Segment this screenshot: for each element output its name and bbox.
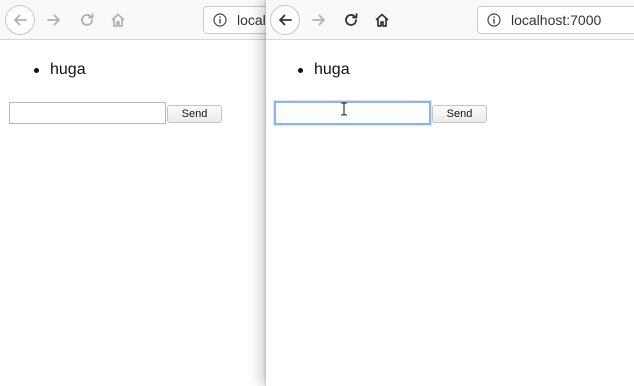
message-list: huga (34, 60, 86, 80)
reload-button[interactable] (73, 6, 101, 34)
back-button[interactable] (270, 5, 300, 35)
url-bar[interactable]: localhost:7000 (203, 6, 270, 34)
back-arrow-icon (14, 14, 27, 26)
browser-toolbar: localhost:7000 (266, 0, 634, 40)
reload-icon (81, 13, 94, 26)
forward-arrow-icon (312, 14, 325, 26)
forward-button[interactable] (305, 6, 333, 34)
send-button[interactable]: Send (432, 105, 487, 123)
browser-window-background: localhost:7000 huga Send (0, 0, 270, 386)
url-bar[interactable]: localhost:7000 (477, 6, 634, 34)
back-arrow-icon (279, 14, 292, 26)
home-icon (375, 13, 389, 27)
forward-arrow-icon (47, 14, 60, 26)
reload-button[interactable] (337, 6, 365, 34)
home-button[interactable] (104, 6, 132, 34)
list-item: huga (298, 60, 350, 80)
list-item: huga (34, 60, 86, 80)
browser-window-foreground: localhost:7000 huga Send (266, 0, 634, 386)
page-content: huga Send (0, 41, 270, 386)
forward-button[interactable] (40, 6, 68, 34)
url-text: localhost:7000 (511, 12, 602, 28)
home-button[interactable] (368, 6, 396, 34)
page-content: huga Send (266, 41, 634, 386)
reload-icon (345, 13, 358, 26)
send-button[interactable]: Send (167, 105, 222, 123)
message-input[interactable] (9, 102, 166, 124)
back-button[interactable] (5, 5, 35, 35)
home-icon (111, 13, 125, 27)
info-icon (487, 13, 501, 27)
message-list: huga (298, 60, 350, 80)
message-input[interactable] (274, 101, 431, 125)
info-icon (213, 13, 227, 27)
browser-toolbar: localhost:7000 (0, 0, 270, 40)
screen: localhost:7000 huga Send (0, 0, 634, 386)
